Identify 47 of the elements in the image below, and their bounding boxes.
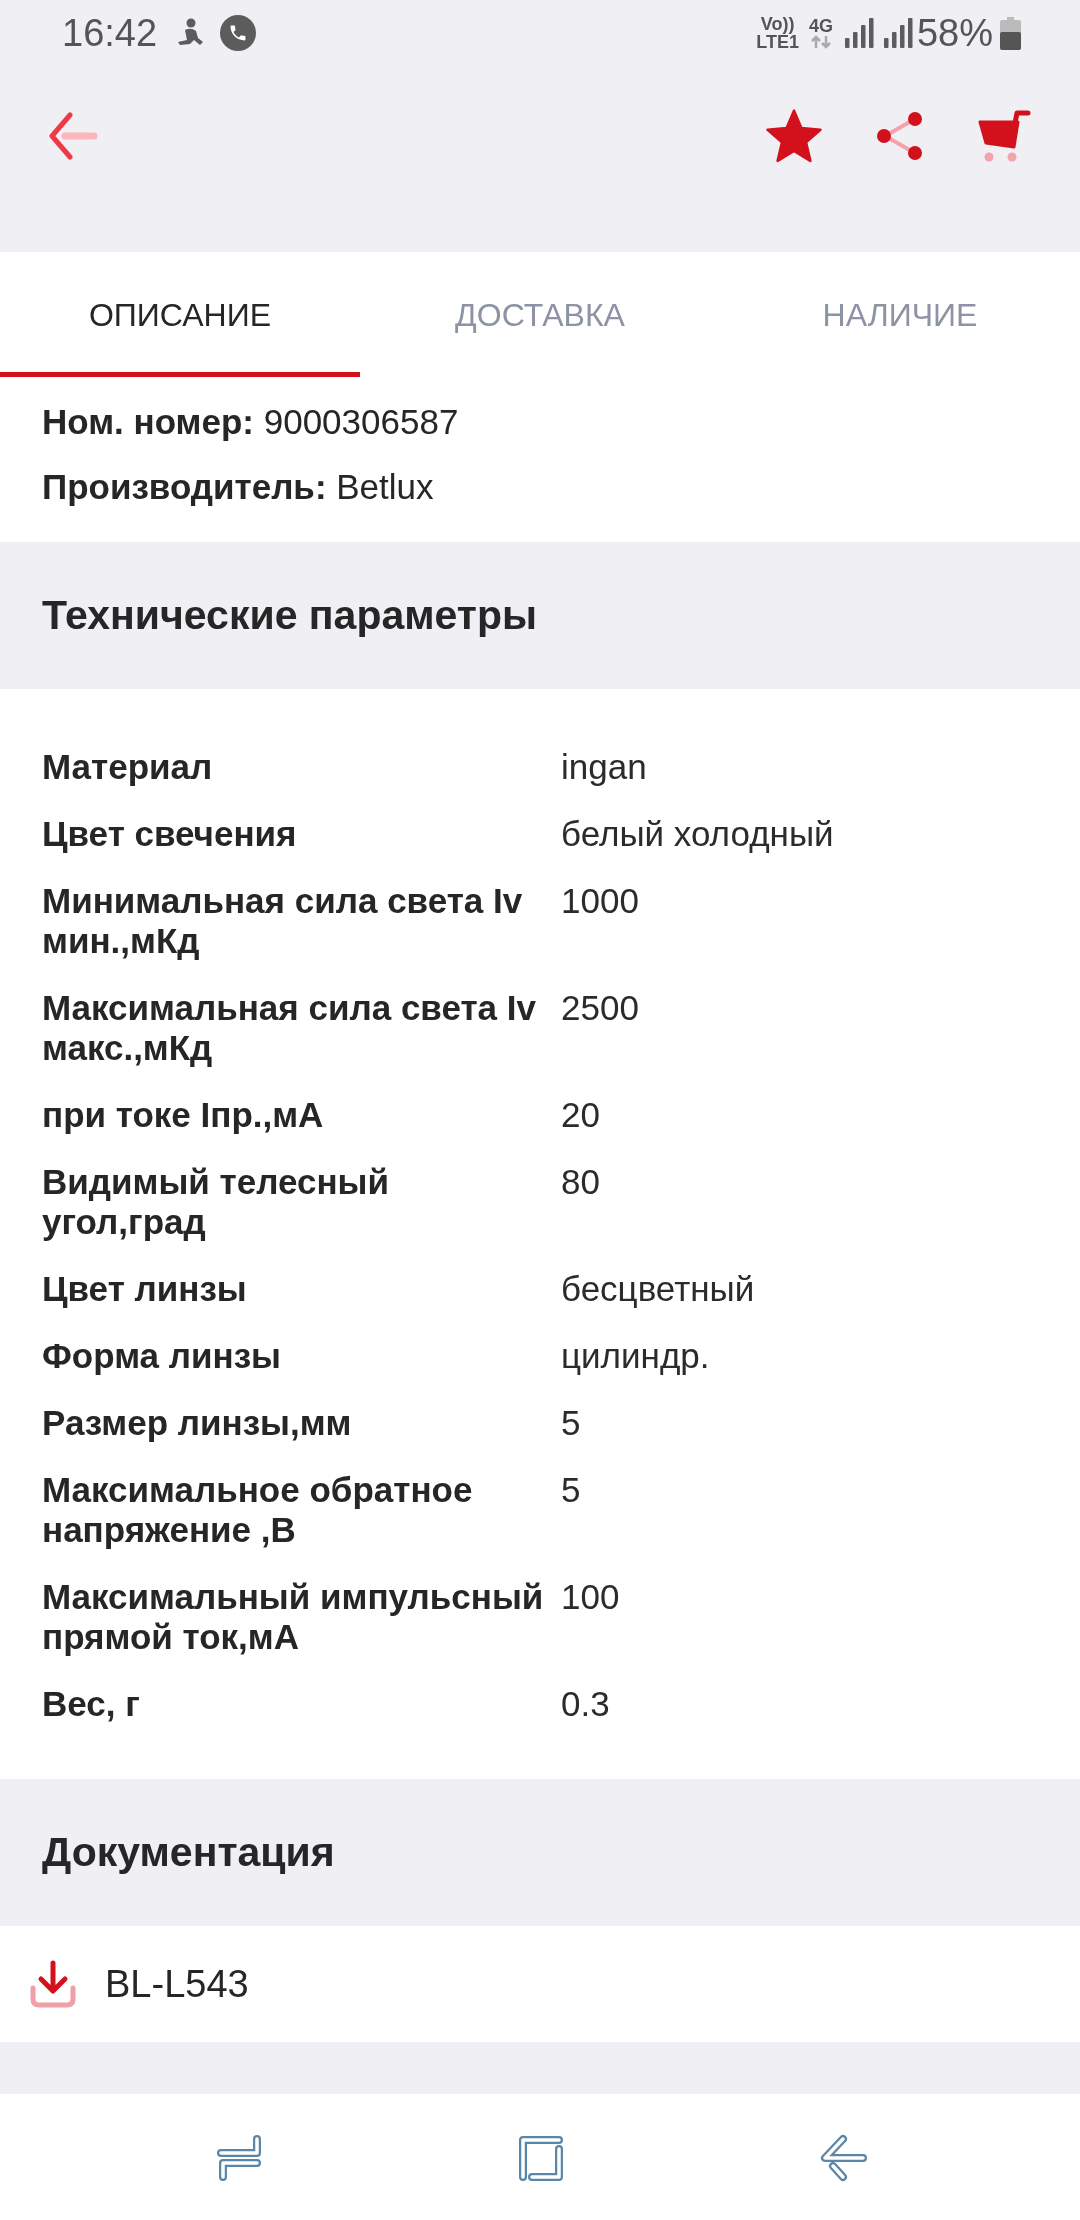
parameter-value: бесцветный xyxy=(561,1269,756,1309)
parameter-name: Цвет свечения xyxy=(42,814,298,854)
star-icon[interactable] xyxy=(766,109,822,163)
volte-label: Vo)) xyxy=(760,15,795,33)
parameter-name: Максимальный импульсный прямой ток,мА xyxy=(42,1577,545,1657)
parameter-name: Размер линзы,мм xyxy=(42,1403,353,1443)
parameter-value: ingan xyxy=(561,747,648,787)
section-title: Документация xyxy=(42,1829,335,1876)
document-link[interactable]: BL-L543 xyxy=(105,1962,249,2006)
back-icon[interactable] xyxy=(819,2133,867,2182)
share-icon[interactable] xyxy=(875,111,925,161)
cart-icon[interactable] xyxy=(977,110,1033,162)
parameter-name: Минимальная сила света Iv мин.,мКд xyxy=(42,881,524,961)
signal-icon xyxy=(883,18,913,48)
parameter-value: 2500 xyxy=(561,988,640,1029)
recent-apps-icon[interactable] xyxy=(215,2133,263,2182)
download-icon[interactable] xyxy=(29,1960,77,2008)
phone-icon xyxy=(220,15,257,51)
parameter-value: 20 xyxy=(561,1095,601,1135)
parameter-name: Вес, г xyxy=(42,1684,141,1724)
lte-label: LTE1 xyxy=(756,33,799,51)
parameter-value: цилиндр. xyxy=(561,1336,711,1376)
parameter-name: при токе Iпр.,мА xyxy=(42,1095,325,1135)
parameter-value: 5 xyxy=(561,1403,582,1443)
parameter-name: Материал xyxy=(42,747,214,787)
parameter-name: Максимальная сила света Iv макс.,мКд xyxy=(42,988,537,1068)
battery-icon xyxy=(1000,16,1021,50)
up-down-arrows-icon xyxy=(810,35,831,49)
battery-percent: 58% xyxy=(916,11,993,55)
signal-icon xyxy=(844,18,874,48)
person-icon xyxy=(176,18,205,48)
parameter-value: 0.3 xyxy=(561,1684,611,1724)
home-icon[interactable] xyxy=(517,2133,565,2182)
network-label: 4G xyxy=(808,17,833,35)
parameter-value: 100 xyxy=(561,1577,621,1618)
section-title: Технические параметры xyxy=(42,592,537,639)
parameter-name: Максимальное обратное напряжение ,В xyxy=(42,1470,474,1550)
parameter-value: белый холодный xyxy=(561,814,835,854)
parameter-name: Форма линзы xyxy=(42,1336,282,1376)
parameter-value: 5 xyxy=(561,1470,582,1511)
parameter-name: Видимый телесный угол,град xyxy=(42,1162,390,1242)
parameter-name: Цвет линзы xyxy=(42,1269,248,1309)
parameter-value: 80 xyxy=(561,1162,601,1203)
clock: 16:42 xyxy=(62,11,158,55)
parameter-value: 1000 xyxy=(561,881,640,922)
info-text: Производитель: Betlux xyxy=(42,467,435,507)
info-text: Ном. номер: 9000306587 xyxy=(42,402,460,442)
